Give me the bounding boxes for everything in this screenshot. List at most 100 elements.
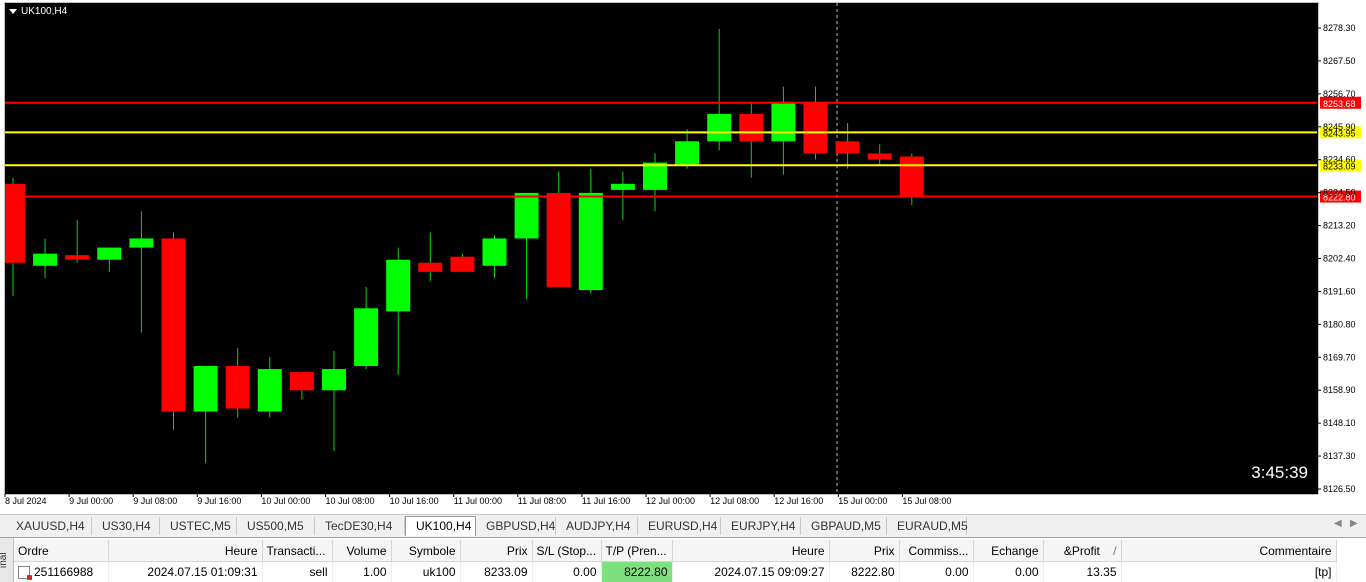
x-tick-label: 10 Jul 00:00 [261,496,310,506]
candle-body [354,308,378,366]
column-header[interactable]: Symbole [391,540,460,562]
x-tick-label: 8 Jul 2024 [5,496,47,506]
y-tick-label: 8148.10 [1323,418,1356,428]
x-tick-label: 9 Jul 00:00 [69,496,113,506]
y-tick-label: 8256.70 [1323,89,1356,99]
cell-symbol: uk100 [391,562,460,582]
cell-price: 8233.09 [460,562,532,582]
cell-volume: 1.00 [332,562,391,582]
tab-us500-m5[interactable]: US500,M5 [237,517,315,535]
candle-body [579,193,603,290]
x-tick-label: 11 Jul 08:00 [518,496,566,506]
dropdown-triangle-icon [9,9,17,14]
cell-close-time: 2024.07.15 09:09:27 [672,562,829,582]
candle-body [771,102,795,141]
terminal-side-label: inal [0,538,14,582]
x-tick-label: 10 Jul 16:00 [390,496,439,506]
tabs-scroll-left-icon[interactable]: ◀ [1334,518,1342,529]
cell-type: sell [262,562,332,582]
chart-canvas: 8253.688243.958233.098222.808278.308267.… [0,0,1366,514]
column-header[interactable]: Heure [672,540,829,562]
candle-body [804,102,828,154]
cell-profit: 13.35 [1043,562,1121,582]
y-tick-label: 8126.50 [1323,484,1356,494]
y-tick-label: 8180.80 [1323,319,1356,329]
column-header[interactable]: Transacti... [262,540,332,562]
candle-body [162,238,186,411]
x-tick-label: 9 Jul 16:00 [197,496,241,506]
candle-body [97,248,121,260]
symbol-title-text: UK100,H4 [21,6,67,17]
candle-body [547,193,571,287]
candle-body [611,184,635,190]
candle-body [226,366,250,409]
tab-us30-h4[interactable]: US30,H4 [92,517,160,535]
chart-symbol-title[interactable]: UK100,H4 [9,6,67,17]
y-tick-label: 8267.50 [1323,56,1356,66]
column-header[interactable]: Commentaire [1121,540,1336,562]
column-header[interactable]: Echange [973,540,1043,562]
column-header[interactable]: Ordre [14,540,108,562]
candle-body [643,163,667,190]
candle-body [418,263,442,272]
x-tick-label: 11 Jul 16:00 [582,496,630,506]
chart-tabs-bar: XAUUSD,H4US30,H4USTEC,M5US500,M5TecDE30,… [0,514,1366,537]
column-header[interactable]: Prix [829,540,899,562]
column-header[interactable]: Heure [108,540,262,562]
sort-indicator-icon: / [1110,544,1117,558]
candle-body [515,193,539,239]
column-header[interactable]: &Profit / [1043,540,1121,562]
table-header-row: OrdreHeureTransacti...VolumeSymbolePrixS… [14,540,1336,562]
cell-time: 2024.07.15 01:09:31 [108,562,262,582]
candle-body [258,369,282,412]
column-header[interactable]: T/P (Pren... [601,540,672,562]
cell-swap: 0.00 [973,562,1043,582]
candle-body [707,114,731,141]
column-header[interactable]: Prix [460,540,532,562]
x-tick-label: 9 Jul 08:00 [133,496,177,506]
price-chart[interactable]: 8253.688243.958233.098222.808278.308267.… [0,0,1366,514]
tab-audjpy-h4[interactable]: AUDJPY,H4 [556,517,638,535]
cell-sl: 0.00 [532,562,601,582]
candle-body [675,141,699,165]
y-tick-label: 8278.30 [1323,23,1356,33]
x-tick-label: 11 Jul 00:00 [454,496,502,506]
candle-body [483,238,507,265]
candle-body [386,260,410,312]
tab-tecde30-h4[interactable]: TecDE30,H4 [315,517,405,535]
candle-body [900,156,924,195]
y-tick-label: 8224.50 [1323,188,1356,198]
tab-eurjpy-h4[interactable]: EURJPY,H4 [721,517,801,535]
tab-ustec-m5[interactable]: USTEC,M5 [160,517,237,535]
candle-body [868,153,892,159]
history-table: OrdreHeureTransacti...VolumeSymbolePrixS… [14,540,1337,582]
candle-body [836,141,860,153]
y-tick-label: 8191.60 [1323,286,1356,296]
column-header[interactable]: Commiss... [899,540,973,562]
tab-gbpusd-h4[interactable]: GBPUSD,H4 [476,517,556,535]
table-row[interactable]: 2511669882024.07.15 01:09:31sell1.00uk10… [14,562,1336,582]
tab-uk100-h4[interactable]: UK100,H4 [405,516,476,536]
candle-body [129,238,153,247]
tab-xauusd-h4[interactable]: XAUUSD,H4 [6,517,92,535]
cell-order: 251166988 [14,562,108,582]
y-tick-label: 8213.20 [1323,221,1356,231]
candle-body [194,366,218,412]
cell-commission: 0.00 [899,562,973,582]
candle-body [450,257,474,272]
x-tick-label: 10 Jul 08:00 [326,496,375,506]
tabs-scroll-right-icon[interactable]: ▶ [1350,518,1358,529]
tab-eurusd-h4[interactable]: EURUSD,H4 [638,517,721,535]
tab-euraud-m5[interactable]: EURAUD,M5 [887,517,967,535]
y-tick-label: 8158.90 [1323,385,1356,395]
x-tick-label: 12 Jul 00:00 [646,496,695,506]
candle-body [33,254,57,266]
cell-comment: [tp] [1121,562,1336,582]
bar-countdown: 3:45:39 [1251,463,1308,483]
candle-body [322,369,346,390]
closed-order-icon [18,566,30,579]
candle-body [290,372,314,390]
column-header[interactable]: Volume [332,540,391,562]
tab-gbpaud-m5[interactable]: GBPAUD,M5 [801,517,887,535]
column-header[interactable]: S/L (Stop... [532,540,601,562]
